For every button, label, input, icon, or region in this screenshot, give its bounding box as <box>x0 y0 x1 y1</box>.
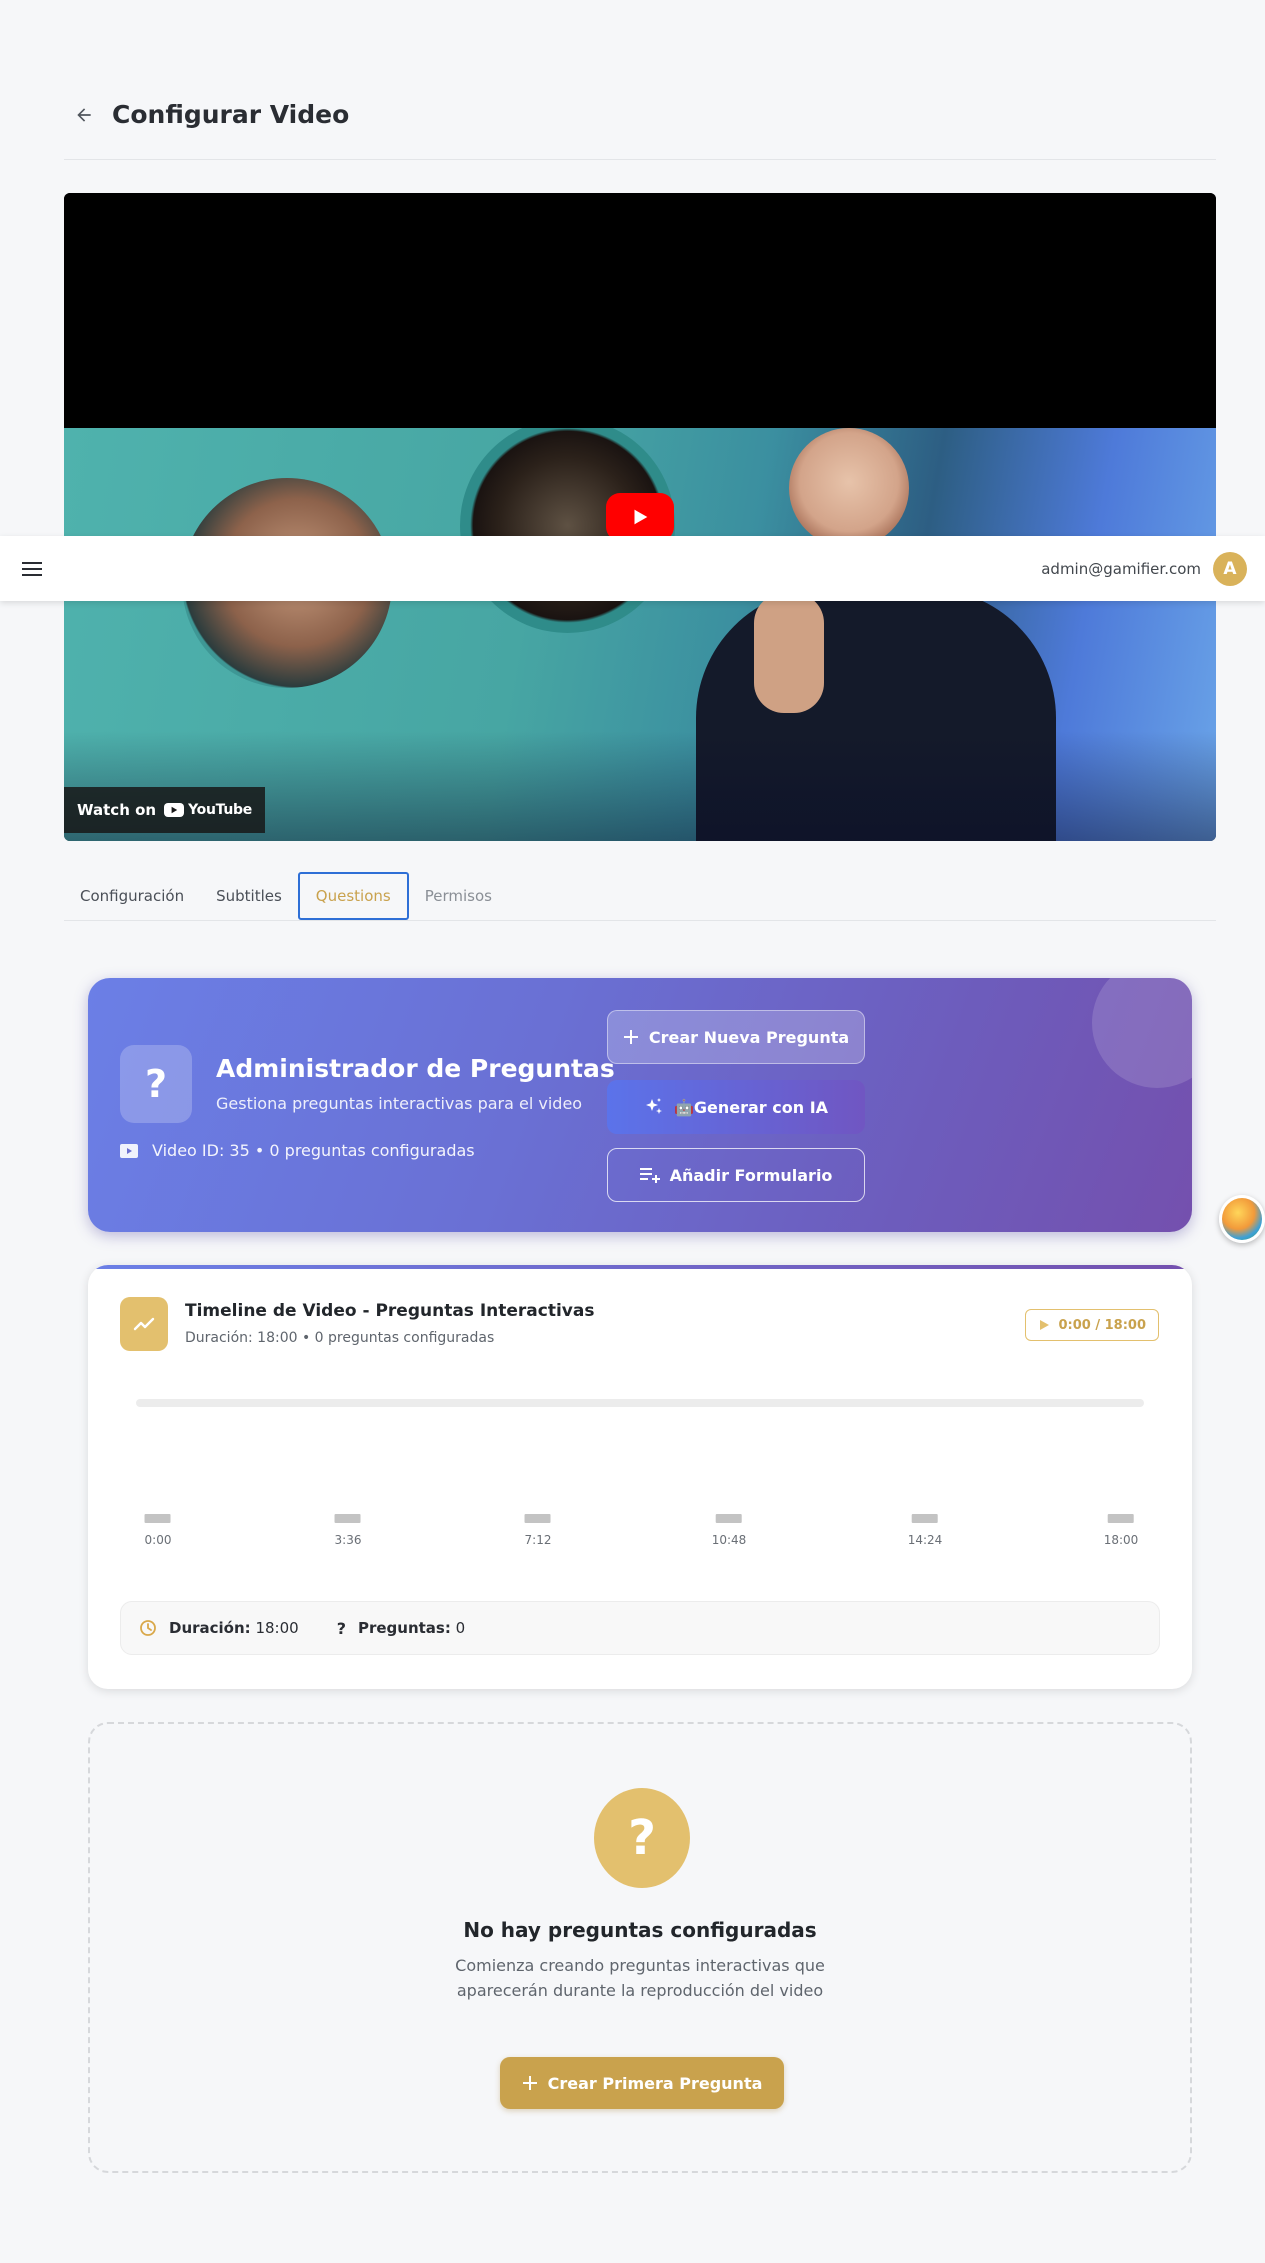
tick-mark <box>334 1514 361 1523</box>
tab-bar: Configuración Subtitles Questions Permis… <box>64 872 1216 921</box>
empty-state: ? No hay preguntas configuradas Comienza… <box>88 1722 1192 2173</box>
video-icon <box>120 1143 138 1158</box>
duration-value: 18:00 <box>255 1619 299 1637</box>
video-player[interactable]: Watch on YouTube <box>64 193 1216 841</box>
arrow-left-icon <box>77 108 91 122</box>
tick-label: 3:36 <box>334 1533 362 1547</box>
top-app-bar: admin@gamifier.com A <box>0 536 1265 601</box>
timeline-card: Timeline de Video - Preguntas Interactiv… <box>88 1265 1192 1689</box>
create-first-question-button[interactable]: Crear Primera Pregunta <box>500 2057 784 2109</box>
create-first-question-label: Crear Primera Pregunta <box>547 2073 763 2093</box>
youtube-icon <box>164 803 185 817</box>
watch-on-youtube-link[interactable]: Watch on YouTube <box>64 787 265 833</box>
clock-icon <box>140 1620 156 1636</box>
video-letterbox <box>64 193 1216 428</box>
tick-label: 14:24 <box>907 1533 943 1547</box>
play-icon <box>1040 1320 1050 1330</box>
page-header: Configurar Video <box>64 92 1216 160</box>
playlist-add-icon <box>639 1168 660 1183</box>
timeline-track[interactable] <box>136 1399 1144 1407</box>
avatar[interactable]: A <box>1213 551 1247 586</box>
tick-mark <box>144 1514 171 1523</box>
tick-mark <box>912 1514 938 1523</box>
empty-state-description-line: aparecerán durante la reproducción del v… <box>456 1981 824 2000</box>
user-email: admin@gamifier.com <box>1041 559 1201 578</box>
generate-ai-label: 🤖Generar con IA <box>673 1097 829 1117</box>
questions-label: Preguntas: <box>357 1619 451 1637</box>
back-button[interactable] <box>64 95 104 135</box>
watch-on-label: Watch on <box>77 801 157 819</box>
add-form-button[interactable]: Añadir Formulario <box>607 1148 865 1202</box>
timeline-tick: 14:24 <box>907 1514 943 1547</box>
plus-icon <box>623 1030 638 1044</box>
decorative-circle <box>1092 978 1192 1088</box>
empty-state-description: Comienza creando preguntas interactivas … <box>90 1953 1190 2003</box>
timeline-tick: 18:00 <box>1103 1514 1139 1547</box>
empty-state-description-line: Comienza creando preguntas interactivas … <box>455 1956 825 1975</box>
empty-state-title: No hay preguntas configuradas <box>463 1918 817 1942</box>
plus-icon <box>522 2076 537 2090</box>
add-form-label: Añadir Formulario <box>669 1165 833 1185</box>
youtube-play-button[interactable] <box>606 493 674 541</box>
timeline-subtitle: Duración: 18:00 • 0 preguntas configurad… <box>185 1330 495 1346</box>
tick-label: 10:48 <box>711 1533 747 1547</box>
generate-ai-button[interactable]: 🤖Generar con IA <box>607 1080 865 1134</box>
questions-value: 0 <box>455 1619 466 1637</box>
video-meta: Video ID: 35 • 0 preguntas configuradas <box>120 1141 475 1160</box>
timeline-tick: 10:48 <box>711 1514 747 1547</box>
youtube-logo: YouTube <box>164 802 252 818</box>
time-display-text: 0:00 / 18:00 <box>1058 1317 1146 1333</box>
tick-label: 7:12 <box>524 1533 552 1547</box>
timeline-accent-bar <box>88 1265 1192 1269</box>
play-icon <box>634 509 648 525</box>
create-question-button[interactable]: Crear Nueva Pregunta <box>607 1010 865 1064</box>
question-manager-card: ? Administrador de Preguntas Gestiona pr… <box>88 978 1192 1232</box>
hamburger-menu-icon[interactable] <box>20 557 44 581</box>
timeline-tick: 3:36 <box>334 1514 362 1547</box>
tab-questions[interactable]: Questions <box>297 872 409 920</box>
tick-mark <box>1108 1514 1134 1523</box>
tab-permisos[interactable]: Permisos <box>409 872 508 920</box>
tab-subtitles[interactable]: Subtitles <box>200 872 298 920</box>
question-manager-title: Administrador de Preguntas <box>216 1054 615 1083</box>
video-meta-text: Video ID: 35 • 0 preguntas configuradas <box>152 1141 475 1160</box>
question-mark-icon: ? <box>120 1045 192 1123</box>
question-mark-icon: ? <box>594 1788 690 1888</box>
tick-label: 0:00 <box>144 1533 172 1547</box>
question-small-icon: ? <box>336 1618 346 1638</box>
question-manager-subtitle: Gestiona preguntas interactivas para el … <box>216 1094 583 1113</box>
timeline-tick: 0:00 <box>144 1514 172 1547</box>
tick-mark <box>524 1514 551 1523</box>
floating-assistant-button[interactable] <box>1219 1195 1265 1243</box>
user-menu[interactable]: admin@gamifier.com A <box>1041 551 1247 586</box>
tab-configuracion[interactable]: Configuración <box>64 872 200 920</box>
speaker-image <box>789 428 909 548</box>
speaker-image <box>754 593 824 713</box>
duration-label: Duración: <box>169 1619 251 1637</box>
timeline-tick: 7:12 <box>524 1514 552 1547</box>
sparkle-icon <box>645 1098 662 1114</box>
tick-mark <box>716 1514 742 1523</box>
video-thumbnail <box>64 428 1216 841</box>
timeline-title: Timeline de Video - Preguntas Interactiv… <box>185 1301 595 1321</box>
timeline-time-display[interactable]: 0:00 / 18:00 <box>1025 1309 1159 1341</box>
timeline-summary: Duración: 18:00 ? Preguntas: 0 <box>120 1601 1160 1655</box>
page-title: Configurar Video <box>112 100 350 129</box>
youtube-label: YouTube <box>188 802 252 818</box>
trending-icon <box>120 1297 168 1351</box>
tick-label: 18:00 <box>1103 1533 1139 1547</box>
create-question-label: Crear Nueva Pregunta <box>648 1027 850 1047</box>
